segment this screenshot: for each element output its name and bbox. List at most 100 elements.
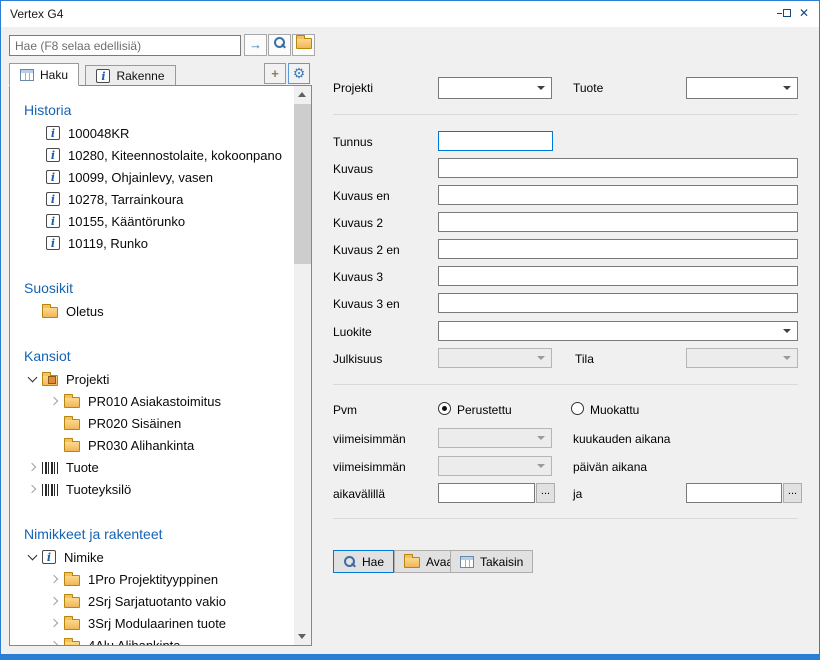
folder-icon <box>296 38 312 49</box>
kuvaus3-en-input[interactable] <box>438 293 798 313</box>
viimeisimman1-label: viimeisimmän <box>333 432 406 446</box>
restore-icon <box>777 13 782 14</box>
search-button[interactable] <box>268 34 291 56</box>
julkisuus-select[interactable] <box>438 348 552 368</box>
search-icon <box>273 36 286 49</box>
tab-haku[interactable]: Haku <box>9 63 79 86</box>
tree-item[interactable]: 10119, Runko <box>10 232 296 254</box>
muokattu-radio[interactable] <box>571 402 584 415</box>
tree-item[interactable]: Oletus <box>10 300 296 322</box>
chevron-right-icon[interactable] <box>46 612 64 634</box>
tree-item[interactable]: 2Srj Sarjatuotanto vakio <box>10 590 296 612</box>
project-folder-icon <box>42 375 58 386</box>
projekti-label: Projekti <box>333 81 373 95</box>
folder-icon <box>64 441 80 452</box>
settings-button[interactable]: ⚙ <box>288 63 310 84</box>
search-form: Projekti Tuote Tunnus Kuvaus Kuvaus en K… <box>317 27 813 646</box>
navigation-tree: Historia 100048KR 10280, Kiteennostolait… <box>9 85 312 646</box>
tree-item[interactable]: 10099, Ohjainlevy, vasen <box>10 166 296 188</box>
takaisin-button[interactable]: Takaisin <box>450 550 533 573</box>
chevron-down-icon <box>537 356 545 360</box>
chevron-right-icon[interactable] <box>46 634 64 646</box>
info-icon <box>46 192 60 206</box>
folder-icon <box>64 575 80 586</box>
perustettu-radio[interactable] <box>438 402 451 415</box>
tree-item[interactable]: 1Pro Projektityyppinen <box>10 568 296 590</box>
divider <box>333 384 798 385</box>
tree-item[interactable]: PR030 Alihankinta <box>10 434 296 456</box>
tree-content: Historia 100048KR 10280, Kiteennostolait… <box>10 86 296 646</box>
restore-button[interactable] <box>775 6 793 22</box>
tree-item[interactable]: 10280, Kiteennostolaite, kokoonpano <box>10 144 296 166</box>
search-go-button[interactable]: → <box>244 34 267 56</box>
tree-section-kansiot: Kansiot <box>10 344 296 368</box>
tree-item[interactable]: PR010 Asiakastoimitus <box>10 390 296 412</box>
tree-item[interactable]: Tuote <box>10 456 296 478</box>
scrollbar[interactable] <box>294 86 311 645</box>
ja-label: ja <box>573 487 582 501</box>
date-from-input[interactable] <box>438 483 535 503</box>
tila-select[interactable] <box>686 348 798 368</box>
tree-item[interactable]: 100048KR <box>10 122 296 144</box>
chevron-down-icon[interactable] <box>24 546 42 568</box>
tree-item[interactable]: 4Alu Alihankinta <box>10 634 296 646</box>
scroll-up-icon[interactable] <box>294 86 311 103</box>
search-input[interactable] <box>9 35 241 56</box>
tree-item[interactable]: 10155, Kääntörunko <box>10 210 296 232</box>
chevron-right-icon[interactable] <box>24 456 42 478</box>
open-folder-button[interactable] <box>292 34 315 56</box>
chevron-right-icon[interactable] <box>24 478 42 500</box>
chevron-down-icon[interactable] <box>24 368 42 390</box>
arrow-right-icon: → <box>249 37 262 52</box>
perustettu-label: Perustettu <box>457 403 512 417</box>
folder-icon <box>64 397 80 408</box>
kuvaus-en-label: Kuvaus en <box>333 189 390 203</box>
tree-item[interactable]: Projekti <box>10 368 296 390</box>
kuukaudet-select[interactable] <box>438 428 552 448</box>
tree-item[interactable]: 3Srj Modulaarinen tuote <box>10 612 296 634</box>
kuvaus3-label: Kuvaus 3 <box>333 270 383 284</box>
kuvaus2-input[interactable] <box>438 212 798 232</box>
kuvaus-label: Kuvaus <box>333 162 373 176</box>
chevron-down-icon <box>537 86 545 90</box>
scroll-down-icon[interactable] <box>294 628 311 645</box>
kuvaus3-input[interactable] <box>438 266 798 286</box>
tree-item[interactable]: Nimike <box>10 546 296 568</box>
kuukauden-aikana-label: kuukauden aikana <box>573 432 670 446</box>
tree-item[interactable]: PR020 Sisäinen <box>10 412 296 434</box>
kuvaus3-en-label: Kuvaus 3 en <box>333 297 400 311</box>
folder-icon <box>64 641 80 646</box>
folder-icon <box>64 619 80 630</box>
add-tab-button[interactable]: + <box>264 63 286 84</box>
divider <box>333 518 798 519</box>
date-from-picker-button[interactable]: ... <box>536 483 555 503</box>
close-button[interactable]: ✕ <box>795 6 813 22</box>
date-to-input[interactable] <box>686 483 782 503</box>
date-to-picker-button[interactable]: ... <box>783 483 802 503</box>
chevron-down-icon <box>783 86 791 90</box>
chevron-right-icon[interactable] <box>46 590 64 612</box>
chevron-right-icon[interactable] <box>46 390 64 412</box>
kuvaus2-en-input[interactable] <box>438 239 798 259</box>
luokite-select[interactable] <box>438 321 798 341</box>
gear-icon: ⚙ <box>293 65 306 81</box>
scrollbar-thumb[interactable] <box>294 104 311 264</box>
window-title: Vertex G4 <box>10 7 63 21</box>
folder-icon <box>64 419 80 430</box>
tab-rakenne[interactable]: Rakenne <box>85 65 175 86</box>
info-icon <box>46 214 60 228</box>
kuvaus-input[interactable] <box>438 158 798 178</box>
chevron-right-icon[interactable] <box>46 568 64 590</box>
projekti-select[interactable] <box>438 77 552 99</box>
tuote-select[interactable] <box>686 77 798 99</box>
hae-button[interactable]: Hae <box>333 550 394 573</box>
barcode-icon <box>42 484 58 496</box>
chevron-down-icon <box>783 329 791 333</box>
kuvaus-en-input[interactable] <box>438 185 798 205</box>
tree-item[interactable]: Tuoteyksilö <box>10 478 296 500</box>
app-window: Vertex G4 ✕ → Haku Rakenne + ⚙ Historia … <box>0 0 820 660</box>
tree-section-suosikit: Suosikit <box>10 276 296 300</box>
tunnus-input[interactable] <box>438 131 553 151</box>
tree-item[interactable]: 10278, Tarrainkoura <box>10 188 296 210</box>
paivat-select[interactable] <box>438 456 552 476</box>
